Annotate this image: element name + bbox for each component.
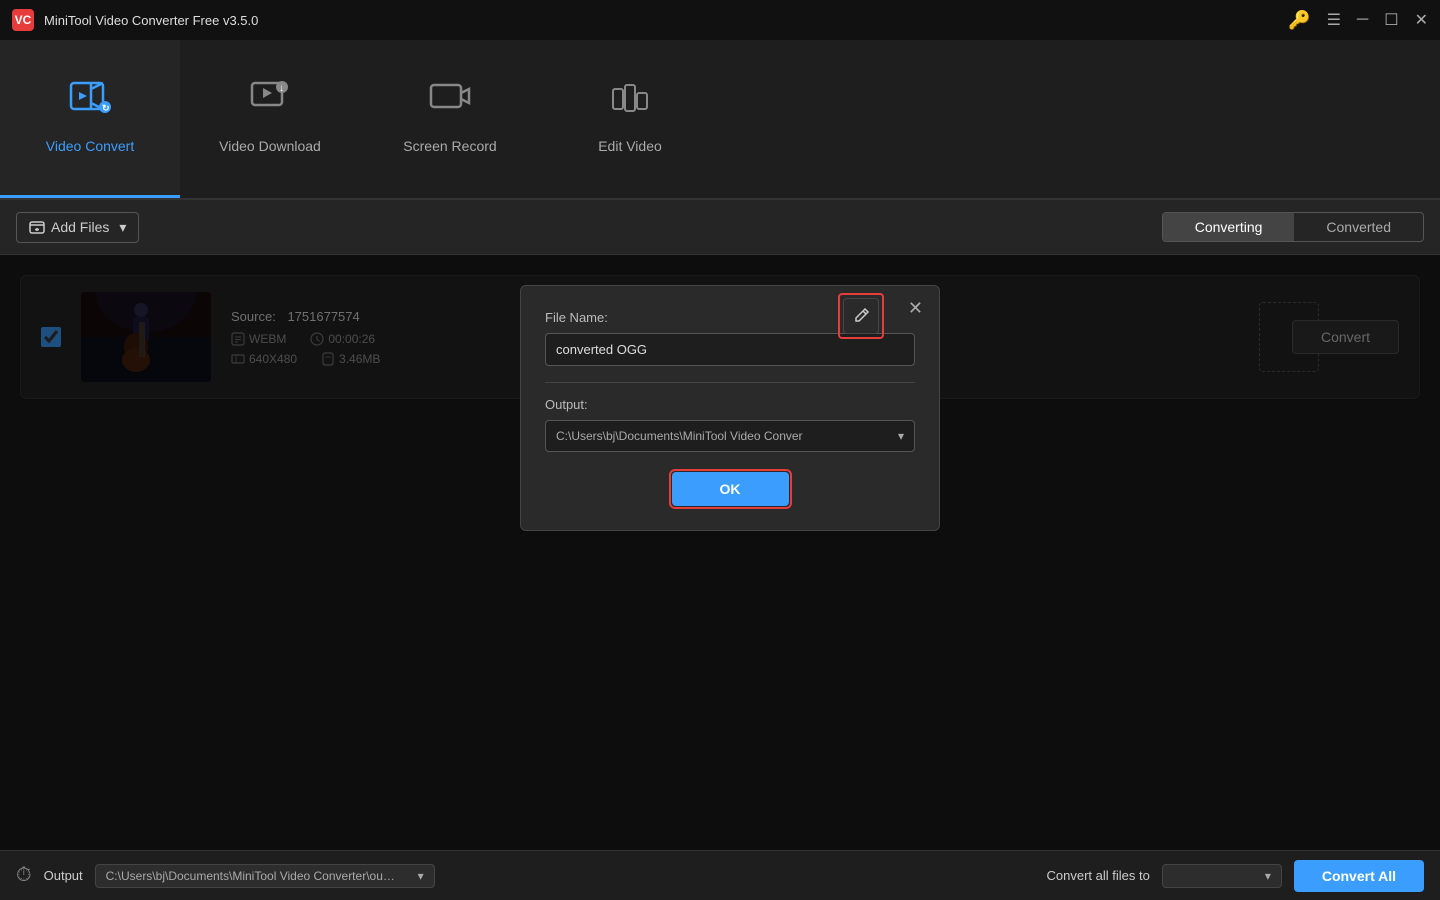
rename-modal: ✕ File Name: Output: C:\Users\bj\Documen… bbox=[520, 285, 940, 531]
ok-button[interactable]: OK bbox=[672, 472, 789, 506]
tab-video-convert[interactable]: ↻ Video Convert bbox=[0, 38, 180, 198]
menu-icon[interactable]: ☰ bbox=[1327, 10, 1341, 30]
convert-all-label: Convert all files to bbox=[1047, 868, 1150, 883]
converted-tab[interactable]: Converted bbox=[1294, 213, 1423, 241]
format-dropdown-icon[interactable]: ▾ bbox=[1265, 869, 1271, 883]
ok-button-container: OK bbox=[672, 472, 789, 506]
file-name-input[interactable] bbox=[545, 333, 915, 366]
app-title: MiniTool Video Converter Free v3.5.0 bbox=[44, 13, 258, 28]
close-icon[interactable]: ✕ bbox=[1415, 10, 1428, 30]
tab-video-convert-label: Video Convert bbox=[46, 138, 134, 154]
tab-video-download-label: Video Download bbox=[219, 138, 321, 154]
tab-edit-video[interactable]: Edit Video bbox=[540, 38, 720, 198]
tab-switcher: Converting Converted bbox=[1162, 212, 1424, 242]
video-convert-icon: ↻ bbox=[69, 79, 111, 126]
edit-video-icon bbox=[609, 79, 651, 126]
content-area: Source: 1751677574 WEBM 00:00:26 bbox=[0, 255, 1440, 850]
edit-icon-wrapper[interactable] bbox=[843, 298, 879, 334]
app-logo: VC bbox=[12, 9, 34, 31]
screen-record-icon bbox=[429, 79, 471, 126]
add-files-icon bbox=[29, 219, 45, 235]
converting-tab[interactable]: Converting bbox=[1163, 213, 1295, 241]
window-controls: 🔑 ☰ ─ ☐ ✕ bbox=[1288, 10, 1428, 31]
nav-tabs: ↻ Video Convert ↓ Video Download Screen … bbox=[0, 40, 1440, 200]
tab-screen-record-label: Screen Record bbox=[403, 138, 496, 154]
output-dropdown-icon[interactable]: ▾ bbox=[898, 429, 904, 443]
output-path-selector[interactable]: C:\Users\bj\Documents\MiniTool Video Con… bbox=[545, 420, 915, 452]
video-download-icon: ↓ bbox=[249, 79, 291, 126]
key-icon[interactable]: 🔑 bbox=[1288, 10, 1310, 31]
modal-close-button[interactable]: ✕ bbox=[908, 298, 923, 319]
clock-icon: ⏱ bbox=[16, 864, 32, 887]
svg-text:↓: ↓ bbox=[279, 83, 284, 94]
convert-all-format-selector[interactable]: ▾ bbox=[1162, 864, 1282, 888]
output-path-dropdown-icon[interactable]: ▾ bbox=[418, 869, 424, 883]
svg-text:↻: ↻ bbox=[102, 103, 110, 113]
output-label: Output bbox=[44, 868, 83, 883]
tab-edit-video-label: Edit Video bbox=[598, 138, 662, 154]
output-path-label: Output: bbox=[545, 397, 915, 412]
edit-pen-icon bbox=[852, 307, 870, 325]
output-path-selector[interactable]: C:\Users\bj\Documents\MiniTool Video Con… bbox=[95, 864, 435, 888]
bottom-bar: ⏱ Output C:\Users\bj\Documents\MiniTool … bbox=[0, 850, 1440, 900]
tab-screen-record[interactable]: Screen Record bbox=[360, 38, 540, 198]
minimize-icon[interactable]: ─ bbox=[1357, 11, 1368, 29]
titlebar: VC MiniTool Video Converter Free v3.5.0 … bbox=[0, 0, 1440, 40]
toolbar: Add Files ▾ Converting Converted bbox=[0, 200, 1440, 255]
ok-button-wrapper: OK bbox=[545, 472, 915, 506]
maximize-icon[interactable]: ☐ bbox=[1384, 10, 1398, 30]
convert-all-button[interactable]: Convert All bbox=[1294, 860, 1424, 892]
add-files-button[interactable]: Add Files ▾ bbox=[16, 212, 139, 243]
add-files-dropdown-icon[interactable]: ▾ bbox=[119, 219, 126, 236]
tab-video-download[interactable]: ↓ Video Download bbox=[180, 38, 360, 198]
